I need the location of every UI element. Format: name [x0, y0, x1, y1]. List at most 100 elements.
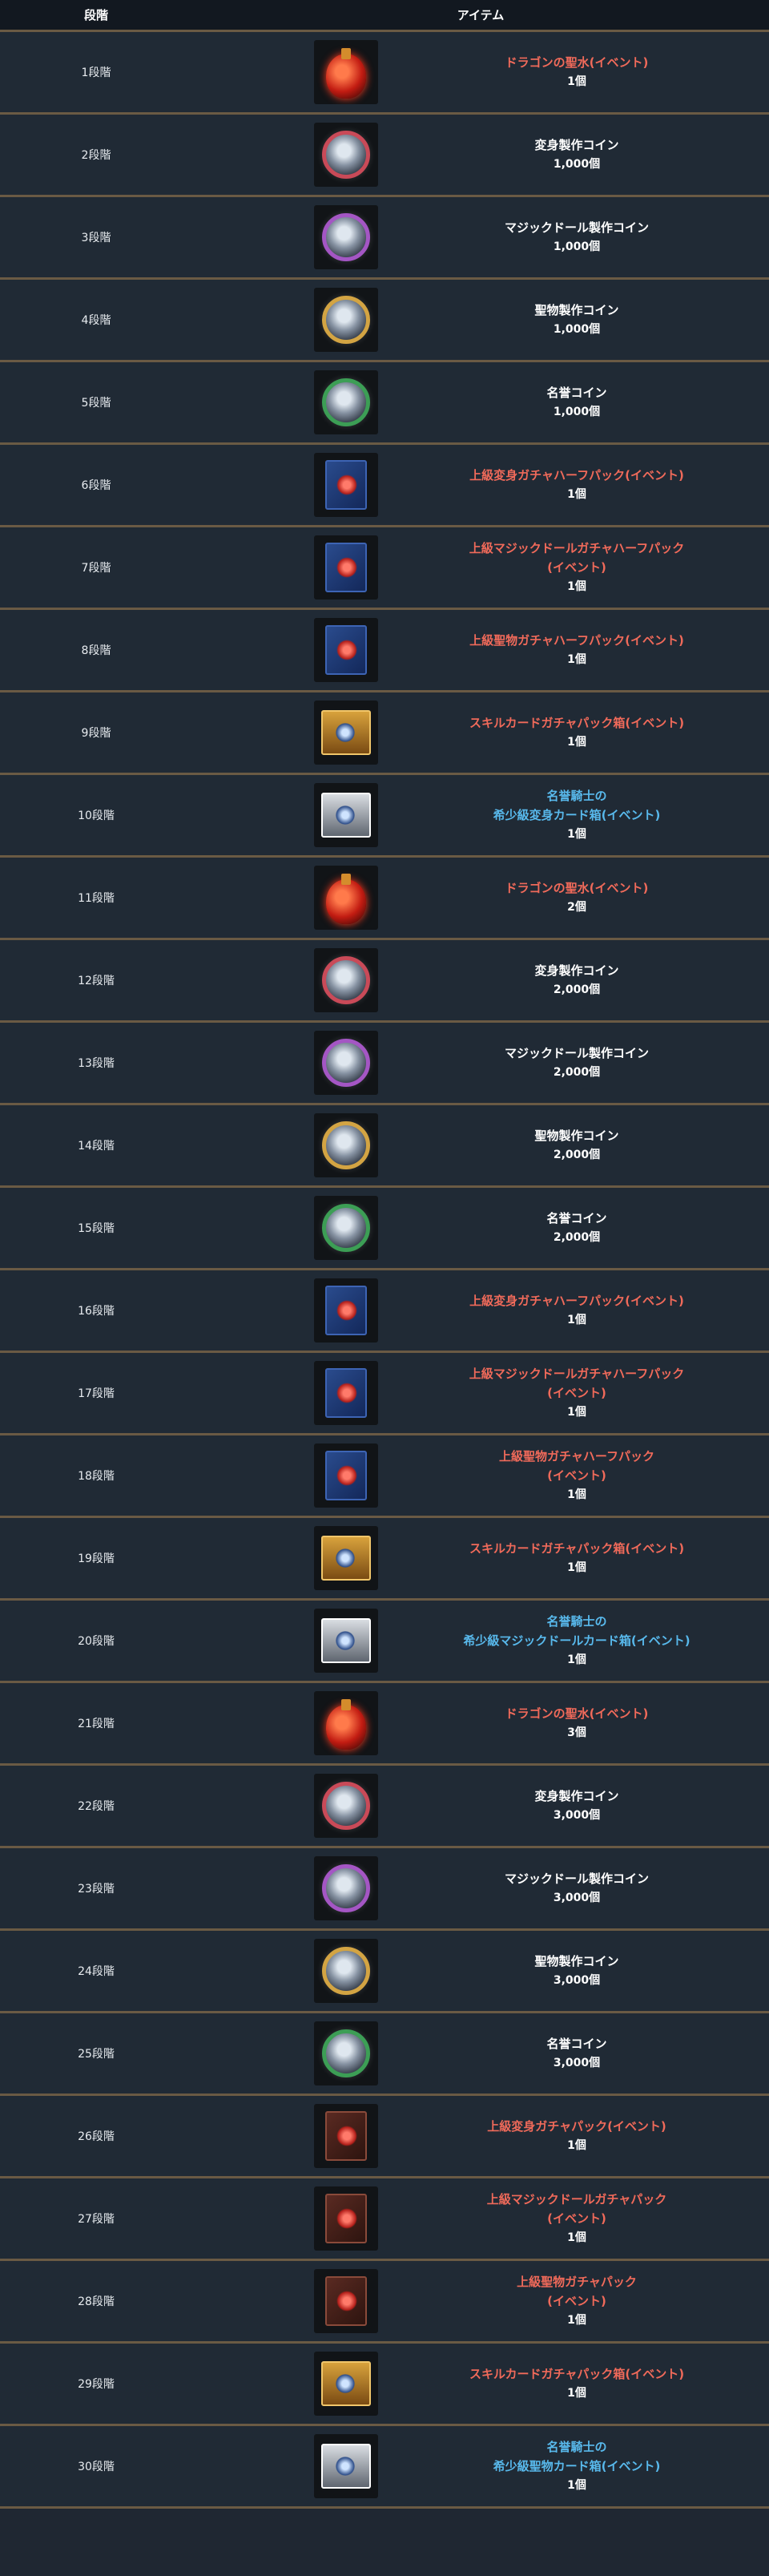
- gacha-pack-icon: [314, 2186, 378, 2251]
- item-quantity: 2個: [567, 901, 586, 914]
- item-name: 名誉コイン: [546, 2037, 607, 2051]
- item-name: 名誉コイン: [546, 386, 607, 400]
- transform-coin-icon: [314, 948, 378, 1012]
- dragon-water-icon: [314, 866, 378, 930]
- item-quantity: 2,000個: [553, 983, 601, 996]
- item-quantity: 1個: [567, 1488, 586, 1501]
- transform-coin-icon: [314, 1774, 378, 1838]
- step-label: 15段階: [78, 1222, 115, 1235]
- step-label: 1段階: [81, 67, 111, 79]
- item-quantity: 1個: [567, 653, 586, 666]
- item-quantity: 1個: [567, 75, 586, 88]
- transform-coin-icon-shape: [322, 956, 370, 1004]
- item-name: 上級聖物ガチャハーフパック(イベント): [469, 633, 684, 648]
- step-label: 22段階: [78, 1800, 115, 1813]
- step-label: 17段階: [78, 1387, 115, 1400]
- item-name: 上級変身ガチャハーフパック(イベント): [469, 468, 684, 482]
- item-info: 聖物製作コイン 2,000個: [384, 1105, 769, 1185]
- item-info: 上級聖物ガチャハーフパック (イベント) 1個: [384, 1435, 769, 1516]
- item-quantity: 1個: [567, 2387, 586, 2400]
- step-label: 24段階: [78, 1965, 115, 1978]
- transform-coin-icon: [314, 123, 378, 187]
- transform-coin-icon-shape: [322, 131, 370, 179]
- table-row: 13段階 マジックドール製作コイン 2,000個: [0, 1023, 769, 1105]
- item-icon-cell: [192, 775, 384, 855]
- step-label: 16段階: [78, 1305, 115, 1318]
- item-quantity: 1,000個: [553, 240, 601, 253]
- item-quantity: 3個: [567, 1726, 586, 1739]
- item-quantity: 1個: [567, 2231, 586, 2244]
- item-name: 上級変身ガチャパック(イベント): [487, 2119, 666, 2134]
- skill-card-box-icon-shape: [321, 710, 371, 755]
- honor-coin-icon-shape: [322, 2029, 370, 2077]
- item-name: 上級マジックドールガチャハーフパック (イベント): [469, 1367, 685, 1400]
- table-row: 18段階 上級聖物ガチャハーフパック (イベント) 1個: [0, 1435, 769, 1518]
- card-pack-icon: [314, 1443, 378, 1508]
- item-icon-cell: [192, 362, 384, 442]
- honor-coin-icon-shape: [322, 1204, 370, 1252]
- table-row: 7段階 上級マジックドールガチャハーフパック (イベント) 1個: [0, 527, 769, 610]
- item-info: 変身製作コイン 2,000個: [384, 940, 769, 1020]
- table-row: 10段階 名誉騎士の 希少級変身カード箱(イベント) 1個: [0, 775, 769, 858]
- item-info: 名誉騎士の 希少級聖物カード箱(イベント) 1個: [384, 2426, 769, 2506]
- item-quantity: 1個: [567, 828, 586, 841]
- table-row: 2段階 変身製作コイン 1,000個: [0, 115, 769, 197]
- item-info: マジックドール製作コイン 1,000個: [384, 197, 769, 277]
- holy-item-coin-icon-shape: [322, 1121, 370, 1169]
- magic-doll-coin-icon-shape: [322, 1039, 370, 1087]
- item-name: 上級マジックドールガチャパック (イベント): [486, 2192, 667, 2226]
- card-pack-icon-shape: [325, 1368, 367, 1418]
- item-icon-cell: [192, 1848, 384, 1928]
- item-icon-cell: [192, 1105, 384, 1185]
- item-name: 変身製作コイン: [534, 963, 619, 978]
- item-icon-cell: [192, 2261, 384, 2341]
- step-label: 19段階: [78, 1552, 115, 1565]
- step-label: 27段階: [78, 2213, 115, 2226]
- skill-card-box-icon: [314, 2352, 378, 2416]
- step-label: 23段階: [78, 1883, 115, 1896]
- table-row: 29段階 スキルカードガチャパック箱(イベント) 1個: [0, 2344, 769, 2426]
- step-label: 2段階: [81, 149, 111, 162]
- item-icon-cell: [192, 1270, 384, 1351]
- magic-doll-coin-icon: [314, 1856, 378, 1920]
- table-row: 27段階 上級マジックドールガチャパック (イベント) 1個: [0, 2178, 769, 2261]
- table-row: 20段階 名誉騎士の 希少級マジックドールカード箱(イベント) 1個: [0, 1601, 769, 1683]
- skill-card-box-icon-shape: [321, 2361, 371, 2406]
- rare-card-box-icon-shape: [321, 793, 371, 838]
- table-row: 6段階 上級変身ガチャハーフパック(イベント) 1個: [0, 445, 769, 527]
- item-quantity: 3,000個: [553, 2057, 601, 2069]
- table-row: 4段階 聖物製作コイン 1,000個: [0, 280, 769, 362]
- card-pack-icon-shape: [325, 1451, 367, 1500]
- magic-doll-coin-icon: [314, 205, 378, 269]
- skill-card-box-icon: [314, 1526, 378, 1590]
- table-row: 16段階 上級変身ガチャハーフパック(イベント) 1個: [0, 1270, 769, 1353]
- item-name: 上級聖物ガチャハーフパック (イベント): [499, 1449, 654, 1483]
- header-item: アイテム: [457, 8, 505, 22]
- item-info: 名誉コイン 2,000個: [384, 1188, 769, 1268]
- card-pack-icon: [314, 1278, 378, 1343]
- step-label: 29段階: [78, 2378, 115, 2391]
- table-body: 1段階 ドラゴンの聖水(イベント) 1個 2段階 変身製作コイン 1,000個 3段階 マジッ…: [0, 32, 769, 2509]
- rare-card-box-icon-shape: [321, 1618, 371, 1663]
- item-name: ドラゴンの聖水(イベント): [505, 55, 649, 70]
- item-info: 名誉騎士の 希少級マジックドールカード箱(イベント) 1個: [384, 1601, 769, 1681]
- table-row: 14段階 聖物製作コイン 2,000個: [0, 1105, 769, 1188]
- step-label: 10段階: [78, 810, 115, 822]
- item-icon-cell: [192, 1435, 384, 1516]
- step-label: 30段階: [78, 2461, 115, 2473]
- item-info: スキルカードガチャパック箱(イベント) 1個: [384, 692, 769, 773]
- item-info: ドラゴンの聖水(イベント) 2個: [384, 858, 769, 938]
- item-icon-cell: [192, 1766, 384, 1846]
- table-row: 17段階 上級マジックドールガチャハーフパック (イベント) 1個: [0, 1353, 769, 1435]
- item-icon-cell: [192, 1188, 384, 1268]
- table-row: 12段階 変身製作コイン 2,000個: [0, 940, 769, 1023]
- table-row: 3段階 マジックドール製作コイン 1,000個: [0, 197, 769, 280]
- item-quantity: 1個: [567, 2314, 586, 2327]
- item-icon-cell: [192, 445, 384, 525]
- card-pack-icon: [314, 453, 378, 517]
- item-icon-cell: [192, 527, 384, 608]
- table-row: 26段階 上級変身ガチャパック(イベント) 1個: [0, 2096, 769, 2178]
- item-info: 上級変身ガチャハーフパック(イベント) 1個: [384, 445, 769, 525]
- item-icon-cell: [192, 280, 384, 360]
- item-name: ドラゴンの聖水(イベント): [505, 881, 649, 895]
